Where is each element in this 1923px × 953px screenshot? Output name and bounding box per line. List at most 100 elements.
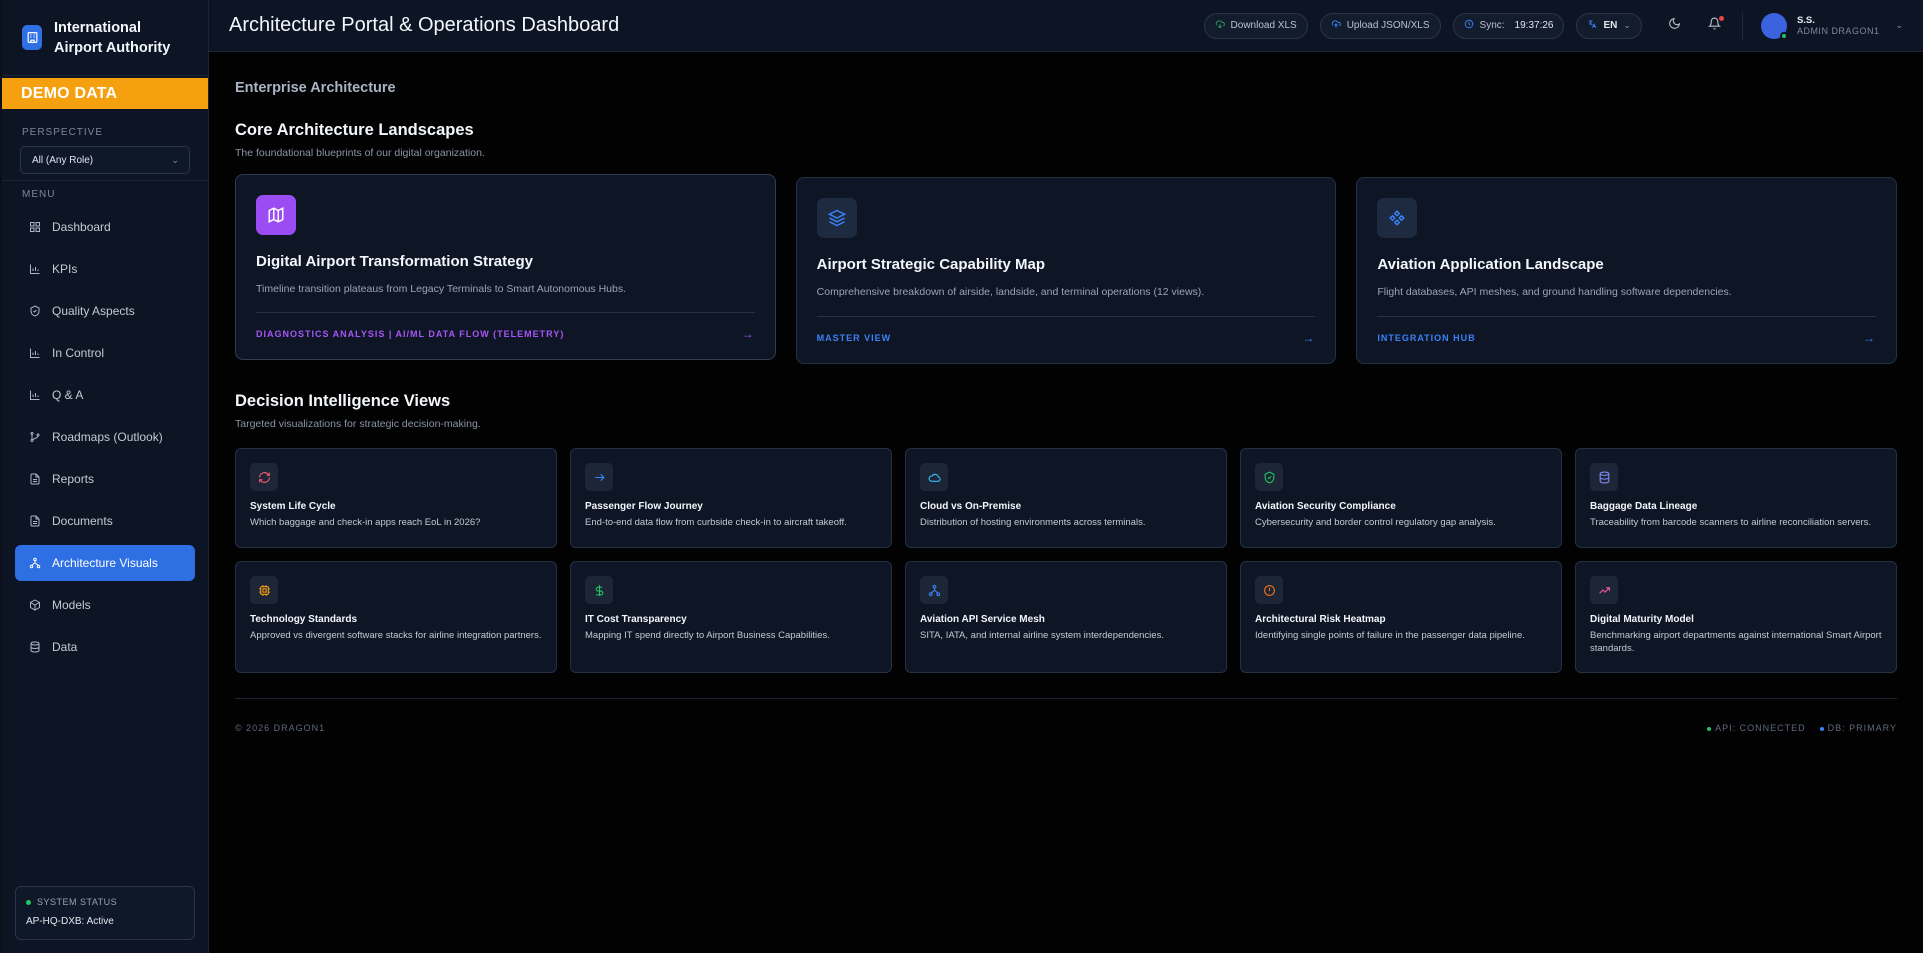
api-status: API: CONNECTED — [1707, 723, 1806, 733]
sidebar-item-documents[interactable]: Documents — [15, 503, 195, 539]
card-title: Airport Strategic Capability Map — [816, 256, 1046, 273]
menu-label: MENU — [22, 189, 56, 200]
system-status-label: SYSTEM STATUS — [26, 897, 184, 907]
sidebar-item-architecture-visuals[interactable]: Architecture Visuals — [15, 545, 195, 581]
view-card-digital-maturity[interactable]: Digital Maturity Model Benchmarking airp… — [1575, 561, 1897, 673]
clock-icon — [1464, 19, 1474, 32]
moon-icon — [1668, 17, 1681, 35]
upload-button[interactable]: Upload JSON/XLS — [1319, 12, 1441, 39]
arrow-right-icon[interactable]: → — [1302, 331, 1315, 345]
view-card-api-mesh[interactable]: Aviation API Service Mesh SITA, IATA, an… — [905, 561, 1227, 673]
grid-icon — [29, 221, 41, 233]
card-title: Technology Standards — [250, 614, 358, 625]
system-status: SYSTEM STATUS AP-HQ-DXB: Active — [15, 886, 195, 940]
sidebar-item-models[interactable]: Models — [15, 587, 195, 623]
sidebar-item-kpis[interactable]: KPIs — [15, 251, 195, 287]
trending-up-icon — [1590, 576, 1618, 604]
components-icon — [1377, 198, 1418, 238]
card-description: Which baggage and check-in apps reach Eo… — [250, 517, 481, 528]
api-status-text: API: CONNECTED — [1715, 723, 1806, 733]
alert-circle-icon — [1255, 576, 1283, 604]
sync-button[interactable]: Sync: 19:37:26 — [1452, 12, 1565, 39]
theme-toggle-button[interactable] — [1664, 15, 1686, 37]
copyright: © 2026 DRAGON1 — [235, 723, 326, 733]
card-link[interactable]: DIAGNOSTICS ANALYSIS | AI/ML DATA FLOW (… — [256, 329, 564, 339]
cloud-upload-icon — [1331, 19, 1341, 32]
network-icon — [29, 557, 41, 569]
sidebar-item-label: Roadmaps (Outlook) — [52, 430, 163, 444]
card-description: Benchmarking airport departments against… — [1590, 630, 1882, 654]
view-card-technology-standards[interactable]: Technology Standards Approved vs diverge… — [235, 561, 557, 673]
cpu-icon — [250, 576, 278, 604]
card-link[interactable]: MASTER VIEW — [817, 333, 892, 343]
db-status-text: DB: PRIMARY — [1827, 723, 1897, 733]
bar-chart-icon — [29, 263, 41, 275]
language-select[interactable]: EN ⌄ — [1576, 12, 1642, 39]
translate-icon — [1587, 19, 1597, 32]
sync-label: Sync: — [1479, 20, 1505, 31]
card-description: Comprehensive breakdown of airside, land… — [816, 286, 1205, 298]
section-title: Decision Intelligence Views — [235, 392, 451, 410]
view-card-system-life-cycle[interactable]: System Life Cycle Which baggage and chec… — [235, 448, 557, 548]
card-description: Approved vs divergent software stacks fo… — [250, 630, 542, 641]
card-description: Identifying single points of failure in … — [1255, 630, 1525, 641]
view-card-security-compliance[interactable]: Aviation Security Compliance Cybersecuri… — [1240, 448, 1562, 548]
status-dot-icon — [1707, 726, 1712, 731]
card-description: Traceability from barcode scanners to ai… — [1590, 517, 1872, 528]
upload-label: Upload JSON/XLS — [1346, 20, 1430, 31]
sidebar-menu: Dashboard KPIs Quality Aspects In Contro… — [2, 209, 208, 665]
card-description: Distribution of hosting environments acr… — [920, 517, 1146, 528]
refresh-icon — [250, 463, 278, 491]
sidebar-item-label: Architecture Visuals — [52, 556, 158, 570]
card-title: Digital Maturity Model — [1590, 614, 1694, 625]
landscape-card-application-landscape[interactable]: Aviation Application Landscape Flight da… — [1356, 177, 1898, 364]
user-menu[interactable]: S.S. ADMIN DRAGON1 ⌄ — [1760, 12, 1903, 40]
landscape-card-transformation-strategy[interactable]: Digital Airport Transformation Strategy … — [235, 174, 776, 360]
sidebar-item-in-control[interactable]: In Control — [15, 335, 195, 371]
section-subtitle: The foundational blueprints of our digit… — [235, 147, 485, 159]
landscape-card-capability-map[interactable]: Airport Strategic Capability Map Compreh… — [795, 177, 1337, 364]
sidebar-item-roadmaps[interactable]: Roadmaps (Outlook) — [15, 419, 195, 455]
sidebar-item-quality-aspects[interactable]: Quality Aspects — [15, 293, 195, 329]
view-card-risk-heatmap[interactable]: Architectural Risk Heatmap Identifying s… — [1240, 561, 1562, 673]
sidebar-item-reports[interactable]: Reports — [15, 461, 195, 497]
view-card-passenger-flow[interactable]: Passenger Flow Journey End-to-end data f… — [570, 448, 892, 548]
main: Architecture Portal & Operations Dashboa… — [209, 0, 1923, 953]
network-icon — [920, 576, 948, 604]
landscapes-section: Core Architecture Landscapes The foundat… — [235, 121, 1898, 364]
view-card-cloud-vs-onprem[interactable]: Cloud vs On-Premise Distribution of host… — [905, 448, 1227, 548]
arrow-right-icon[interactable]: → — [1863, 331, 1876, 345]
shield-check-icon — [29, 305, 41, 317]
views-section: Decision Intelligence Views Targeted vis… — [235, 392, 1897, 673]
card-title: System Life Cycle — [250, 501, 336, 512]
sidebar-item-label: KPIs — [52, 262, 78, 276]
card-title: Baggage Data Lineage — [1590, 501, 1698, 512]
view-card-baggage-lineage[interactable]: Baggage Data Lineage Traceability from b… — [1575, 448, 1897, 548]
dollar-icon — [585, 576, 613, 604]
perspective-select[interactable]: All (Any Role) ⌄ — [20, 146, 190, 174]
sidebar-item-qa[interactable]: Q & A — [15, 377, 195, 413]
brand[interactable]: International Airport Authority — [2, 0, 208, 76]
database-icon — [29, 641, 41, 653]
chevron-down-icon: ⌄ — [1623, 20, 1631, 30]
bar-chart-icon — [29, 347, 41, 359]
card-title: Digital Airport Transformation Strategy — [256, 253, 533, 270]
landscape-cards: Digital Airport Transformation Strategy … — [235, 174, 1898, 364]
card-link[interactable]: INTEGRATION HUB — [1377, 333, 1475, 343]
card-footer: DIAGNOSTICS ANALYSIS | AI/ML DATA FLOW (… — [256, 312, 755, 341]
download-xls-button[interactable]: Download XLS — [1203, 12, 1308, 39]
sidebar-item-label: Documents — [52, 514, 113, 528]
topbar: Architecture Portal & Operations Dashboa… — [209, 0, 1923, 52]
sidebar-item-data[interactable]: Data — [15, 629, 195, 665]
box-icon — [29, 599, 41, 611]
cloud-download-icon — [1215, 19, 1225, 32]
perspective-label: PERSPECTIVE — [22, 127, 104, 138]
footer-status: API: CONNECTED DB: PRIMARY — [1707, 723, 1897, 733]
card-description: Timeline transition plateaus from Legacy… — [256, 283, 627, 295]
map-icon — [256, 195, 296, 235]
sidebar-item-dashboard[interactable]: Dashboard — [15, 209, 195, 245]
sidebar-item-label: Quality Aspects — [52, 304, 135, 318]
notifications-button[interactable] — [1704, 15, 1726, 37]
view-card-it-cost[interactable]: IT Cost Transparency Mapping IT spend di… — [570, 561, 892, 673]
arrow-right-icon[interactable]: → — [742, 327, 755, 341]
